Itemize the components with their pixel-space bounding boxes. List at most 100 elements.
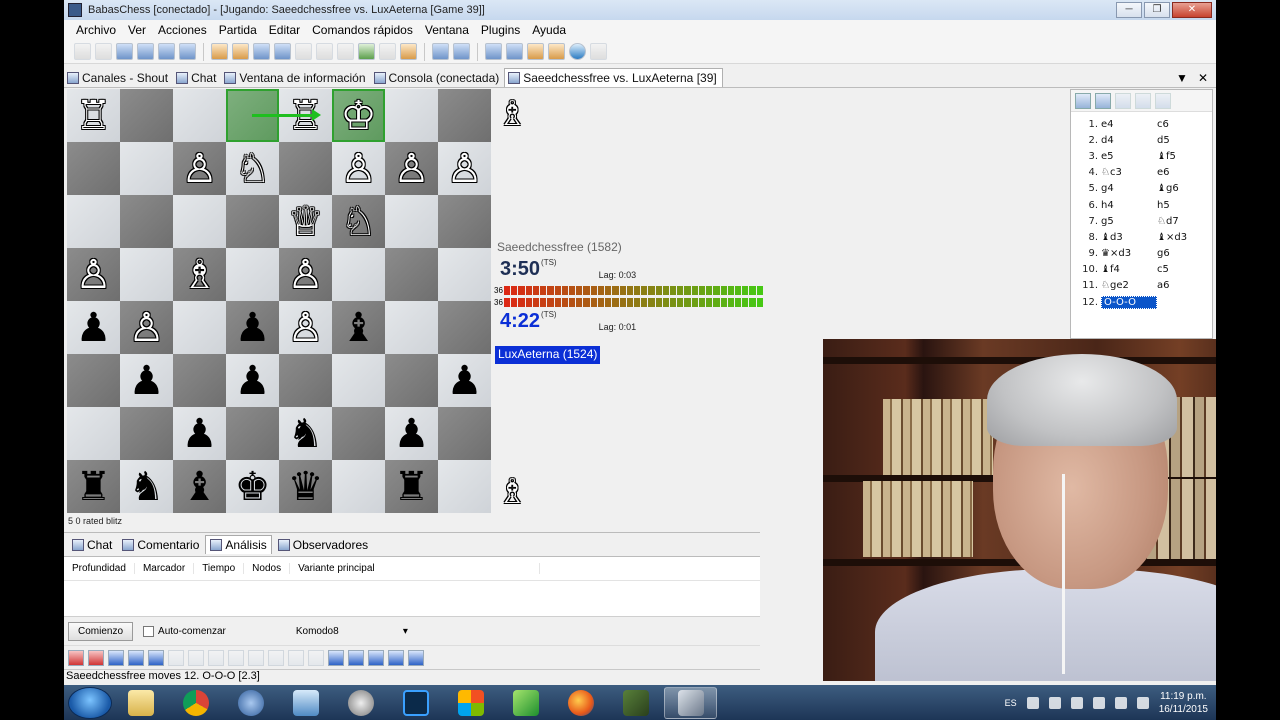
- move-list[interactable]: 1. e4 c6 2. d4 d5 3. e5 ♝f5 4. ♘c3 e6 5. g4 ♝g6 6. h4 h5 7…: [1071, 112, 1212, 310]
- board-square[interactable]: ♟: [438, 354, 491, 407]
- checkbox-box[interactable]: [143, 625, 155, 637]
- chess-piece-bP[interactable]: ♟: [129, 361, 165, 401]
- board-square[interactable]: ♕: [279, 195, 332, 248]
- chess-piece-bP[interactable]: ♟: [394, 414, 430, 454]
- tray-clock[interactable]: 11:19 p.m. 16/11/2015: [1159, 690, 1208, 716]
- chess-piece-bN[interactable]: ♞: [288, 414, 324, 454]
- column-header[interactable]: Nodos: [244, 563, 291, 574]
- minimize-button[interactable]: ─: [1116, 2, 1142, 18]
- board-square[interactable]: [279, 354, 332, 407]
- board-square[interactable]: ♟: [173, 407, 226, 460]
- board-square[interactable]: ♙: [279, 301, 332, 354]
- chess-piece-bN[interactable]: ♞: [129, 467, 165, 507]
- chess-piece-wP[interactable]: ♙: [129, 308, 165, 348]
- board-icon[interactable]: [388, 649, 404, 666]
- white-move[interactable]: ♛×d3: [1101, 248, 1157, 259]
- move-row[interactable]: 12. O-O-O: [1075, 294, 1212, 310]
- sort-icon[interactable]: [348, 649, 364, 666]
- chess-piece-wP[interactable]: ♙: [182, 149, 218, 189]
- pencil-icon[interactable]: [328, 649, 344, 666]
- start-analysis-button[interactable]: Comienzo: [68, 621, 134, 641]
- move-row[interactable]: 6. h4 h5: [1075, 197, 1212, 213]
- chess-piece-bP[interactable]: ♟: [182, 414, 218, 454]
- board-square[interactable]: [438, 301, 491, 354]
- black-move[interactable]: c6: [1157, 119, 1207, 130]
- toolbar-button-19[interactable]: [485, 43, 502, 60]
- taskbar-babaschess[interactable]: [664, 686, 717, 719]
- toolbar-button-15[interactable]: [379, 43, 396, 60]
- toolbar-button-7[interactable]: [211, 43, 228, 60]
- board-icon[interactable]: [408, 649, 424, 666]
- white-move[interactable]: ♘c3: [1101, 167, 1157, 178]
- board-square[interactable]: [173, 354, 226, 407]
- chess-piece-bR[interactable]: ♜: [394, 467, 430, 507]
- column-header[interactable]: Variante principal: [290, 563, 541, 574]
- board-square[interactable]: [120, 248, 173, 301]
- move-row[interactable]: 11. ♘ge2 a6: [1075, 278, 1212, 294]
- board-square[interactable]: ♟: [226, 354, 279, 407]
- column-header[interactable]: Tiempo: [194, 563, 245, 574]
- move-row[interactable]: 4. ♘c3 e6: [1075, 165, 1212, 181]
- board-square[interactable]: [226, 248, 279, 301]
- board-square[interactable]: ♙: [279, 248, 332, 301]
- chess-piece-wK[interactable]: ♔: [341, 96, 377, 136]
- speaker-icon[interactable]: [1114, 696, 1127, 709]
- board-square[interactable]: ♟: [226, 301, 279, 354]
- black-move[interactable]: g6: [1157, 248, 1207, 259]
- board-square[interactable]: [120, 89, 173, 142]
- board-square[interactable]: ♞: [120, 460, 173, 513]
- toolbar-button-4[interactable]: [137, 43, 154, 60]
- toolbar-button-13[interactable]: [337, 43, 354, 60]
- white-move[interactable]: e4: [1101, 119, 1157, 130]
- start-button[interactable]: [68, 686, 112, 719]
- board-square[interactable]: [120, 195, 173, 248]
- toolbar-button-8[interactable]: [232, 43, 249, 60]
- black-move[interactable]: h5: [1157, 200, 1207, 211]
- chess-piece-wR[interactable]: ♖: [76, 96, 112, 136]
- chess-piece-bK[interactable]: ♚: [235, 467, 271, 507]
- tab-dropdown-icon[interactable]: ▼: [1176, 71, 1188, 85]
- pause-icon[interactable]: [168, 649, 184, 666]
- taskbar-photoshop[interactable]: [389, 687, 442, 719]
- board-square[interactable]: ♙: [120, 301, 173, 354]
- toolbar-button-22[interactable]: [548, 43, 565, 60]
- board-square[interactable]: ♘: [332, 195, 385, 248]
- toolbar-button-18[interactable]: [453, 43, 470, 60]
- grid-icon[interactable]: [368, 649, 384, 666]
- chess-piece-bR[interactable]: ♜: [76, 467, 112, 507]
- toolbar-button-16[interactable]: [400, 43, 417, 60]
- chess-piece-wN[interactable]: ♘: [341, 202, 377, 242]
- refresh-icon[interactable]: [108, 649, 124, 666]
- board-square[interactable]: [332, 248, 385, 301]
- notation-view-icon[interactable]: [1075, 93, 1091, 109]
- show-hidden-icons-icon[interactable]: [1026, 696, 1039, 709]
- redo-icon[interactable]: [1155, 93, 1171, 109]
- tab-analisis[interactable]: Análisis: [205, 535, 272, 554]
- engine-select[interactable]: Komodo8 ▾: [296, 626, 408, 637]
- board-square[interactable]: ♙: [385, 142, 438, 195]
- white-move[interactable]: h4: [1101, 200, 1157, 211]
- menu-acciones[interactable]: Acciones: [158, 23, 207, 37]
- toolbar-button-14[interactable]: [358, 43, 375, 60]
- chess-piece-bP[interactable]: ♟: [235, 308, 271, 348]
- maximize-button[interactable]: ❐: [1144, 2, 1170, 18]
- chess-piece-bP[interactable]: ♟: [235, 361, 271, 401]
- tab-info[interactable]: Ventana de información: [221, 68, 370, 87]
- board-square[interactable]: [385, 354, 438, 407]
- black-move[interactable]: ♘d7: [1157, 216, 1207, 227]
- chess-board[interactable]: ♖ ♖ ♔ ♙ ♘ ♙ ♙ ♙ ♕ ♘ ♙ ♗ ♙ ♟ ♙ ♟ ♙ ♝ ♟ ♟ ♟ ♟ ♞ ♟ ♜ ♞ ♝ ♚ ♛ ♜: [67, 89, 491, 513]
- board-square[interactable]: [385, 301, 438, 354]
- taskbar-app5[interactable]: [334, 687, 387, 719]
- board-square[interactable]: [67, 195, 120, 248]
- black-move[interactable]: c5: [1157, 264, 1207, 275]
- taskbar-thunderbird[interactable]: [224, 687, 277, 719]
- white-move[interactable]: e5: [1101, 151, 1157, 162]
- board-square[interactable]: [438, 407, 491, 460]
- chess-piece-bP[interactable]: ♟: [76, 308, 112, 348]
- toolbar-button-24[interactable]: [590, 43, 607, 60]
- tab-lower-chat[interactable]: Chat: [68, 536, 116, 554]
- chess-piece-wP[interactable]: ♙: [394, 149, 430, 189]
- chess-piece-bB[interactable]: ♝: [341, 308, 377, 348]
- tab-comentario[interactable]: Comentario: [118, 536, 203, 554]
- chess-piece-wP[interactable]: ♙: [447, 149, 483, 189]
